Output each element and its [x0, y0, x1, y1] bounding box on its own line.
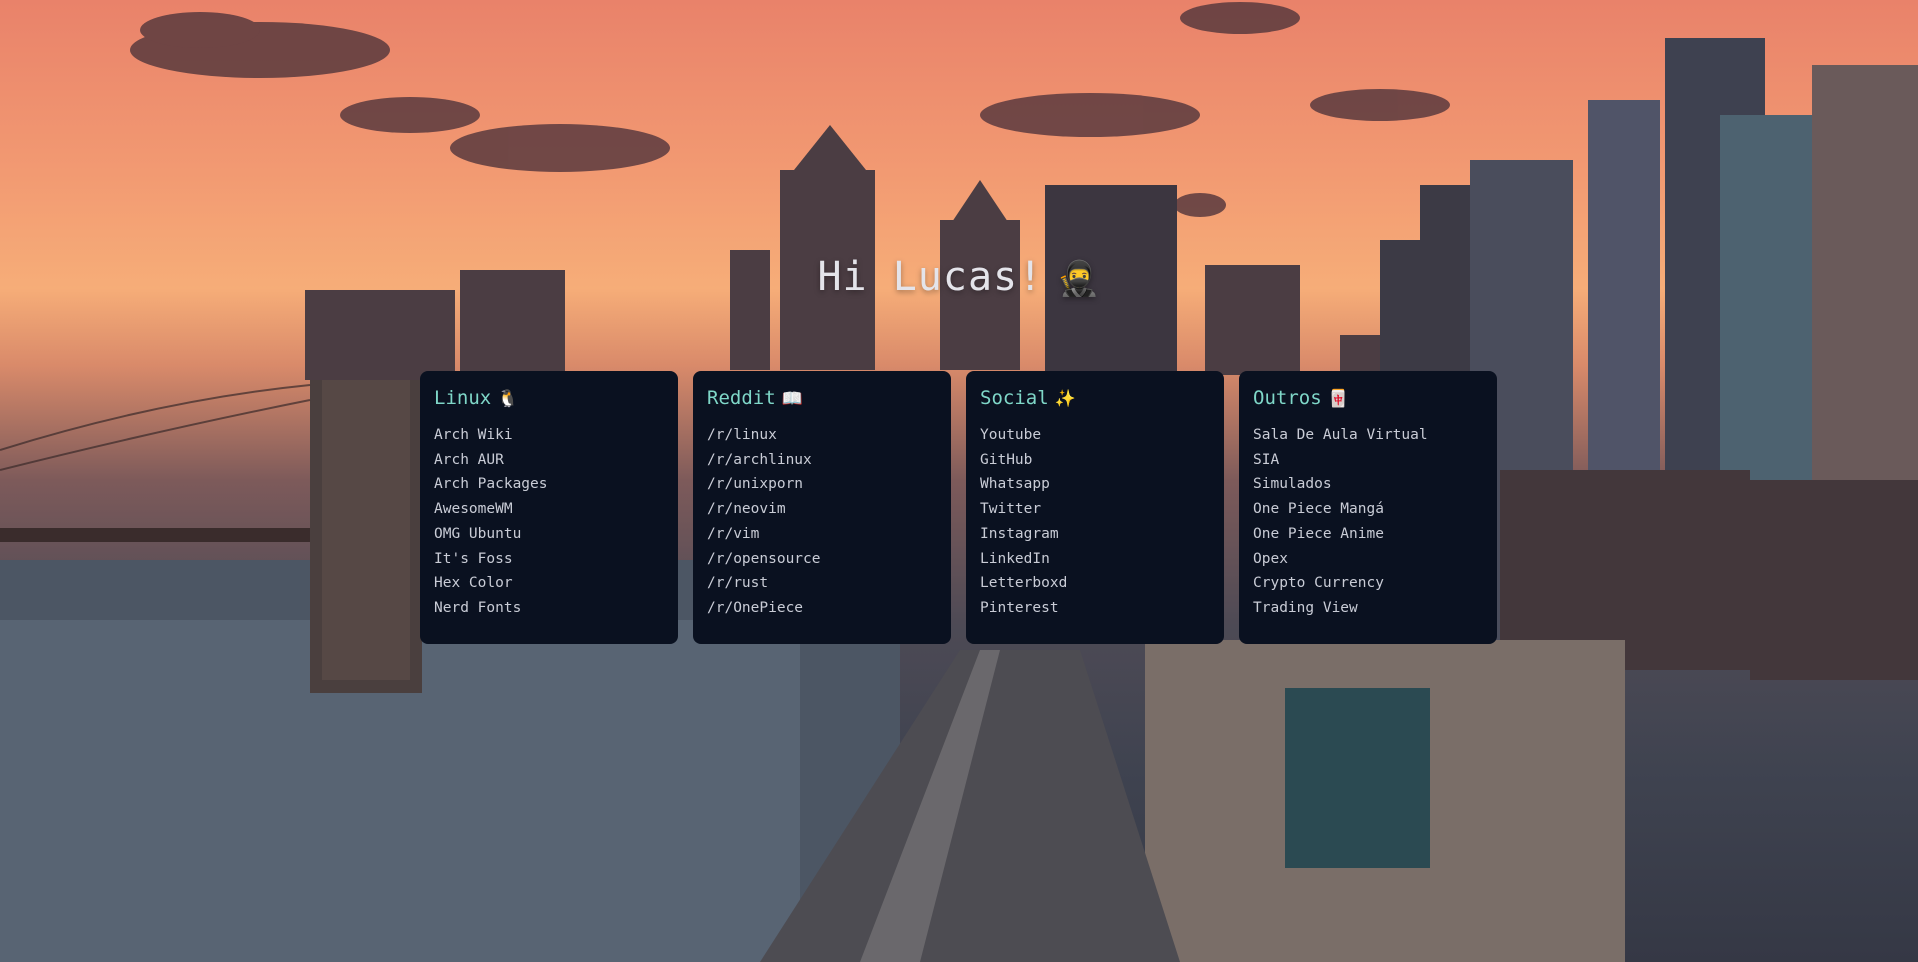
greeting: Hi Lucas! 🥷	[0, 254, 1918, 300]
link-whatsapp[interactable]: Whatsapp	[980, 472, 1210, 497]
mahjong-tile-icon: 🀄	[1327, 389, 1349, 409]
link-r-linux[interactable]: /r/linux	[707, 423, 937, 448]
book-icon: 📖	[781, 389, 803, 409]
link-r-archlinux[interactable]: /r/archlinux	[707, 448, 937, 473]
link-hex-color[interactable]: Hex Color	[434, 571, 664, 596]
greeting-text: Hi Lucas!	[817, 254, 1044, 300]
link-r-unixporn[interactable]: /r/unixporn	[707, 472, 937, 497]
link-its-foss[interactable]: It's Foss	[434, 547, 664, 572]
link-opex[interactable]: Opex	[1253, 547, 1483, 572]
ninja-icon: 🥷	[1057, 259, 1101, 299]
link-simulados[interactable]: Simulados	[1253, 472, 1483, 497]
link-twitter[interactable]: Twitter	[980, 497, 1210, 522]
link-instagram[interactable]: Instagram	[980, 522, 1210, 547]
card-title: Outros 🀄	[1253, 387, 1349, 409]
link-r-opensource[interactable]: /r/opensource	[707, 547, 937, 572]
link-pinterest[interactable]: Pinterest	[980, 596, 1210, 621]
link-sala-de-aula-virtual[interactable]: Sala De Aula Virtual	[1253, 423, 1483, 448]
card-social: Social ✨ Youtube GitHub Whatsapp Twitter …	[966, 371, 1224, 644]
card-title: Social ✨	[980, 387, 1076, 409]
link-linkedin[interactable]: LinkedIn	[980, 547, 1210, 572]
sparkles-icon: ✨	[1054, 389, 1076, 409]
link-arch-aur[interactable]: Arch AUR	[434, 448, 664, 473]
bookmark-cards: Linux 🐧 Arch Wiki Arch AUR Arch Packages …	[420, 371, 1500, 644]
card-reddit: Reddit 📖 /r/linux /r/archlinux /r/unixpor…	[693, 371, 951, 644]
link-sia[interactable]: SIA	[1253, 448, 1483, 473]
card-linux: Linux 🐧 Arch Wiki Arch AUR Arch Packages …	[420, 371, 678, 644]
link-r-vim[interactable]: /r/vim	[707, 522, 937, 547]
link-trading-view[interactable]: Trading View	[1253, 596, 1483, 621]
link-nerd-fonts[interactable]: Nerd Fonts	[434, 596, 664, 621]
link-arch-packages[interactable]: Arch Packages	[434, 472, 664, 497]
link-r-neovim[interactable]: /r/neovim	[707, 497, 937, 522]
card-title: Reddit 📖	[707, 387, 803, 409]
link-youtube[interactable]: Youtube	[980, 423, 1210, 448]
link-one-piece-manga[interactable]: One Piece Mangá	[1253, 497, 1483, 522]
card-title: Linux 🐧	[434, 387, 519, 409]
link-crypto-currency[interactable]: Crypto Currency	[1253, 571, 1483, 596]
penguin-icon: 🐧	[497, 389, 519, 409]
link-github[interactable]: GitHub	[980, 448, 1210, 473]
link-r-rust[interactable]: /r/rust	[707, 571, 937, 596]
card-outros: Outros 🀄 Sala De Aula Virtual SIA Simulad…	[1239, 371, 1497, 644]
link-awesomewm[interactable]: AwesomeWM	[434, 497, 664, 522]
link-one-piece-anime[interactable]: One Piece Anime	[1253, 522, 1483, 547]
link-r-onepiece[interactable]: /r/OnePiece	[707, 596, 937, 621]
link-omg-ubuntu[interactable]: OMG Ubuntu	[434, 522, 664, 547]
link-arch-wiki[interactable]: Arch Wiki	[434, 423, 664, 448]
link-letterboxd[interactable]: Letterboxd	[980, 571, 1210, 596]
